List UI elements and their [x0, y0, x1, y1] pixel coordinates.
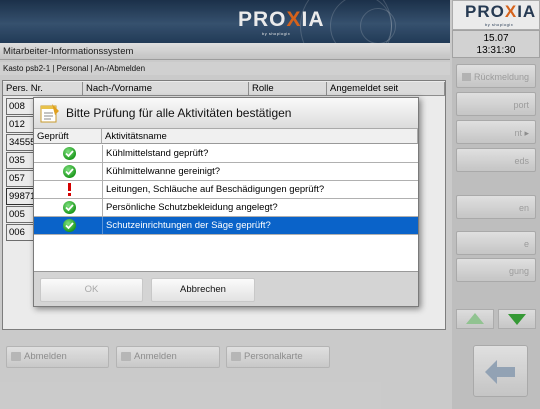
check-circle-icon	[63, 165, 76, 178]
check-circle-icon	[63, 201, 76, 214]
dialog-title: Bitte Prüfung für alle Aktivitäten bestä…	[66, 106, 292, 120]
dialog-header: Bitte Prüfung für alle Aktivitäten bestä…	[34, 98, 418, 129]
activity-name: Kühlmittelstand geprüft?	[102, 145, 418, 162]
activity-row[interactable]: Persönliche Schutzbekleidung angelegt?	[34, 199, 418, 217]
col-header-checked[interactable]: Geprüft	[34, 129, 102, 144]
activity-list: Geprüft Aktivitätsname Kühlmittelstand g…	[34, 129, 418, 272]
activity-name: Leitungen, Schläuche auf Beschädigungen …	[102, 181, 418, 198]
activity-name: Persönliche Schutzbekleidung angelegt?	[102, 199, 418, 216]
activity-name: Schutzeinrichtungen der Säge geprüft?	[102, 217, 418, 234]
activity-row[interactable]: Leitungen, Schläuche auf Beschädigungen …	[34, 181, 418, 199]
exclamation-icon	[63, 183, 76, 196]
check-circle-icon	[63, 147, 76, 160]
activity-row[interactable]: Kühlmittelstand geprüft?	[34, 145, 418, 163]
col-header-activity[interactable]: Aktivitätsname	[102, 129, 418, 144]
check-circle-icon	[63, 219, 76, 232]
confirmation-dialog: Bitte Prüfung für alle Aktivitäten bestä…	[33, 97, 419, 307]
checklist-icon	[40, 104, 59, 123]
activity-row-selected[interactable]: Schutzeinrichtungen der Säge geprüft?	[34, 217, 418, 235]
activity-row[interactable]: Kühlmittelwanne gereinigt?	[34, 163, 418, 181]
cancel-button[interactable]: Abbrechen	[151, 278, 255, 302]
ok-button[interactable]: OK	[40, 278, 143, 302]
activity-name: Kühlmittelwanne gereinigt?	[102, 163, 418, 180]
